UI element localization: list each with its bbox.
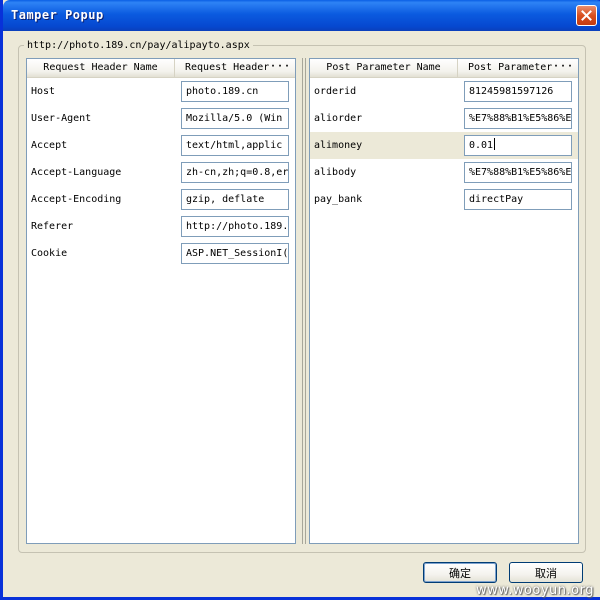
param-name: alimoney — [314, 140, 363, 151]
header-name-column[interactable]: Request Header Name — [27, 59, 175, 77]
header-value-input[interactable]: photo.189.cn — [181, 81, 289, 102]
param-value-input[interactable]: %E7%88%B1%E5%86%E — [464, 162, 572, 183]
param-name: pay_bank — [314, 194, 363, 205]
param-row-pay-bank: pay_bank directPay — [310, 186, 578, 213]
header-value-input[interactable]: zh-cn,zh;q=0.8,er — [181, 162, 289, 183]
param-value-input[interactable]: directPay — [464, 189, 572, 210]
param-value-input[interactable]: %E7%88%B1%E5%86%E — [464, 108, 572, 129]
params-column-header: Post Parameter Name Post Parameter ··· — [310, 59, 578, 78]
header-name: Cookie — [31, 248, 68, 259]
headers-column-header: Request Header Name Request Header ··· — [27, 59, 295, 78]
tamper-popup-window: Tamper Popup http://photo.189.cn/pay/ali… — [0, 0, 600, 600]
param-row-alibody: alibody %E7%88%B1%E5%86%E — [310, 159, 578, 186]
param-value-input[interactable]: 81245981597126 — [464, 81, 572, 102]
header-row-accept-language: Accept-Language zh-cn,zh;q=0.8,er — [27, 159, 295, 186]
pane-splitter[interactable] — [302, 58, 303, 544]
header-name: Referer — [31, 221, 74, 232]
param-name-column[interactable]: Post Parameter Name — [310, 59, 458, 77]
header-value-input[interactable]: ASP.NET_SessionI( — [181, 243, 289, 264]
header-name: Host — [31, 86, 56, 97]
header-value-input[interactable]: http://photo.189. — [181, 216, 289, 237]
window-title: Tamper Popup — [11, 8, 104, 22]
header-row-cookie: Cookie ASP.NET_SessionI( — [27, 240, 295, 267]
param-value-column[interactable]: Post Parameter — [462, 59, 566, 77]
param-row-aliorder: aliorder %E7%88%B1%E5%86%E — [310, 105, 578, 132]
header-row-referer: Referer http://photo.189. — [27, 213, 295, 240]
header-row-host: Host photo.189.cn — [27, 78, 295, 105]
param-name: aliorder — [314, 113, 363, 124]
ellipsis-icon[interactable]: ··· — [553, 59, 574, 77]
ellipsis-icon[interactable]: ··· — [270, 59, 291, 77]
close-button[interactable] — [576, 5, 597, 26]
request-url: http://photo.189.cn/pay/alipayto.aspx — [24, 40, 253, 51]
header-value-column[interactable]: Request Header — [179, 59, 283, 77]
header-row-accept: Accept text/html,applic — [27, 132, 295, 159]
param-row-orderid: orderid 81245981597126 — [310, 78, 578, 105]
pane-splitter-edge — [305, 58, 306, 544]
cancel-button[interactable]: 取消 — [509, 562, 583, 583]
header-row-user-agent: User-Agent Mozilla/5.0 (Win — [27, 105, 295, 132]
watermark: www.wooyun.org — [475, 583, 594, 598]
header-value-input[interactable]: text/html,applic — [181, 135, 289, 156]
dialog-body: http://photo.189.cn/pay/alipayto.aspx Re… — [6, 31, 600, 597]
title-bar[interactable]: Tamper Popup — [3, 0, 600, 31]
header-value-input[interactable]: gzip, deflate — [181, 189, 289, 210]
param-row-alimoney: alimoney 0.01 — [310, 132, 578, 159]
header-value-input[interactable]: Mozilla/5.0 (Win — [181, 108, 289, 129]
header-name: Accept-Encoding — [31, 194, 122, 205]
header-name: Accept — [31, 140, 68, 151]
param-name: alibody — [314, 167, 357, 178]
close-icon — [581, 10, 592, 21]
param-name: orderid — [314, 86, 357, 97]
header-name: User-Agent — [31, 113, 92, 124]
ok-button[interactable]: 确定 — [423, 562, 497, 583]
post-parameters-list[interactable]: Post Parameter Name Post Parameter ··· o… — [309, 58, 579, 544]
header-row-accept-encoding: Accept-Encoding gzip, deflate — [27, 186, 295, 213]
request-headers-list[interactable]: Request Header Name Request Header ··· H… — [26, 58, 296, 544]
param-value-input[interactable]: 0.01 — [464, 135, 572, 156]
header-name: Accept-Language — [31, 167, 122, 178]
